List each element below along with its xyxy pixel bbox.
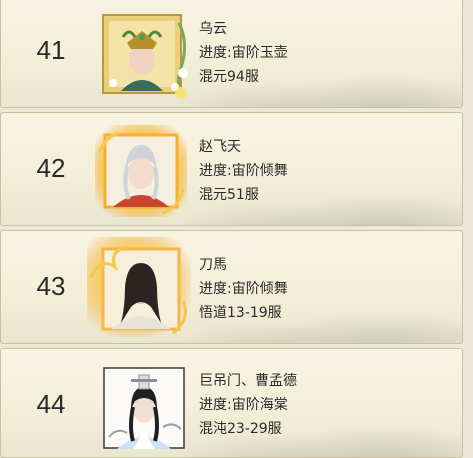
entry-info: 乌云 进度:宙阶玉壶 混元94服	[199, 17, 288, 89]
player-name: 刀馬	[199, 257, 227, 273]
progress-text: 进度:宙阶玉壶	[199, 45, 288, 61]
ranking-list: 41 乌云 进度:宙阶玉壶 混元94服 42 赵飞天 进度:宙阶倾舞 混元51服…	[0, 0, 473, 458]
rank-number: 43	[36, 271, 66, 301]
avatar[interactable]	[103, 367, 185, 449]
player-name: 巨吊门、曹孟德	[199, 373, 297, 389]
server-text: 混元51服	[199, 187, 259, 203]
ranking-card[interactable]: 44 巨吊门、曹孟德 进度:宙阶海棠 混沌23-29服	[0, 348, 463, 458]
player-name: 乌云	[199, 21, 227, 37]
rank-number: 42	[36, 153, 66, 183]
rank-number: 41	[36, 35, 66, 65]
avatar-portrait-flame	[95, 125, 187, 217]
player-name: 赵飞天	[199, 139, 241, 155]
server-text: 混元94服	[199, 69, 259, 85]
entry-info: 赵飞天 进度:宙阶倾舞 混元51服	[199, 135, 288, 207]
ranking-card[interactable]: 42 赵飞天 进度:宙阶倾舞 混元51服	[0, 112, 463, 226]
server-text: 混沌23-29服	[199, 421, 282, 437]
progress-text: 进度:宙阶海棠	[199, 397, 288, 413]
ranking-card[interactable]: 43 刀馬 进度:宙阶倾舞 悟道13-19服	[0, 230, 463, 344]
rank-number: 44	[36, 389, 66, 419]
progress-text: 进度:宙阶倾舞	[199, 163, 288, 179]
server-text: 悟道13-19服	[199, 305, 282, 321]
avatar[interactable]	[93, 123, 187, 217]
ranking-card[interactable]: 41 乌云 进度:宙阶玉壶 混元94服	[0, 0, 463, 108]
progress-text: 进度:宙阶倾舞	[199, 281, 288, 297]
entry-info: 刀馬 进度:宙阶倾舞 悟道13-19服	[199, 253, 288, 325]
avatar-portrait-plain	[103, 367, 185, 449]
avatar[interactable]	[101, 13, 188, 99]
entry-info: 巨吊门、曹孟德 进度:宙阶海棠 混沌23-29服	[199, 369, 297, 441]
avatar[interactable]	[87, 237, 191, 337]
avatar-portrait-gold-floral	[102, 14, 188, 99]
avatar-portrait-flame	[87, 237, 191, 337]
